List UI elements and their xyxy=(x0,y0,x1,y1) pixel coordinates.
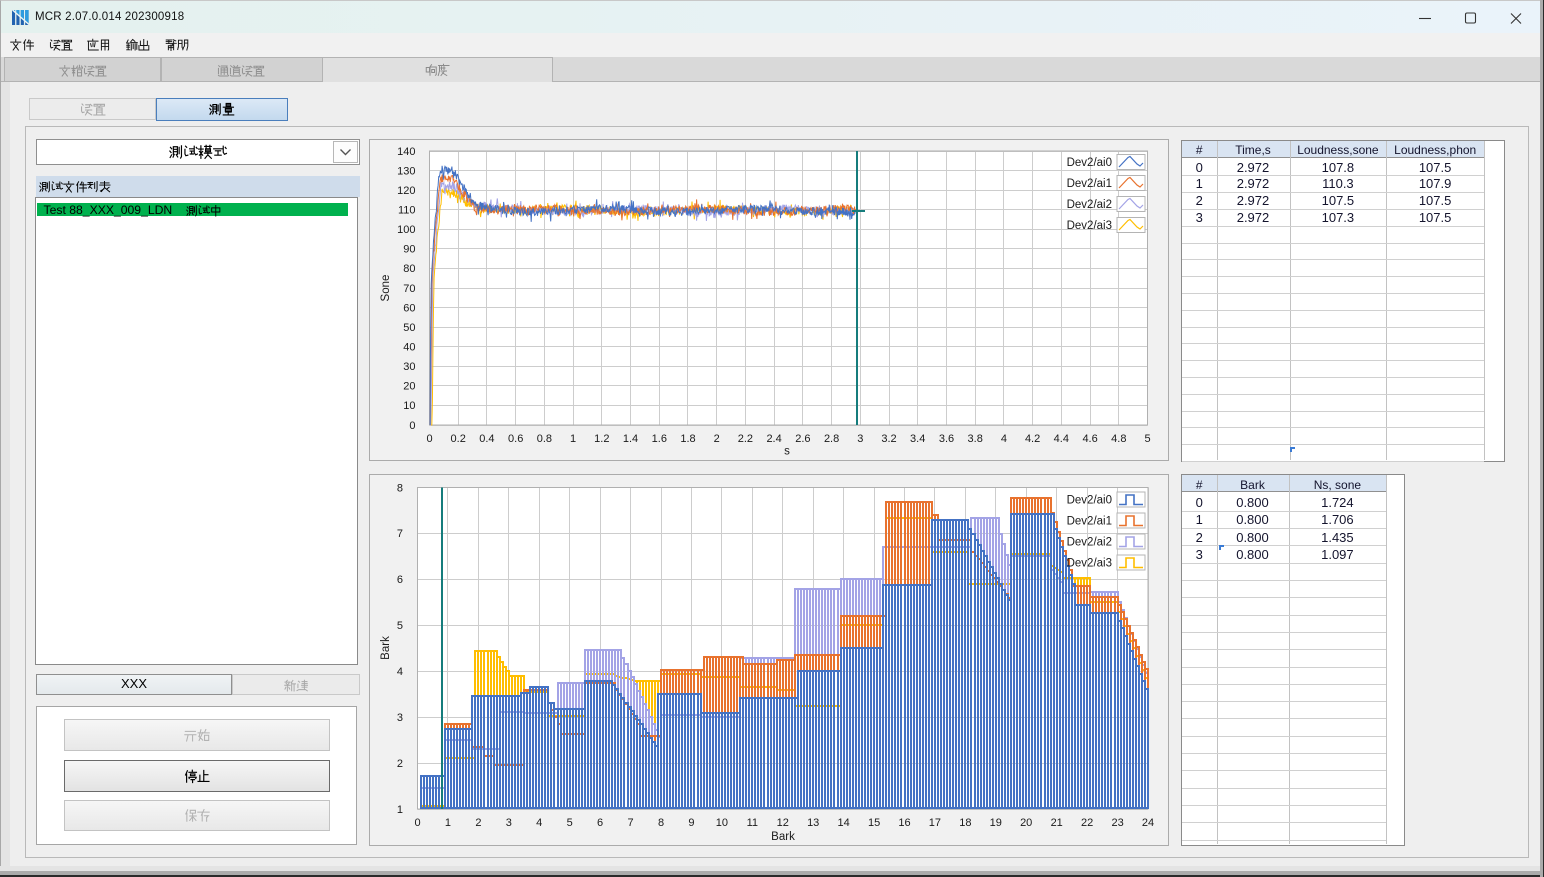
svg-text:Dev2/ai3: Dev2/ai3 xyxy=(1067,558,1112,570)
svg-text:0: 0 xyxy=(426,433,432,445)
svg-text:Sone: Sone xyxy=(380,275,392,302)
svg-text:4.4: 4.4 xyxy=(1054,433,1069,445)
svg-text:10: 10 xyxy=(716,817,728,829)
svg-text:0.6: 0.6 xyxy=(508,433,523,445)
svg-text:11: 11 xyxy=(747,817,758,829)
svg-text:0.4: 0.4 xyxy=(479,433,494,445)
svg-text:8: 8 xyxy=(397,482,403,494)
svg-text:6: 6 xyxy=(397,574,403,586)
svg-text:1.6: 1.6 xyxy=(652,433,667,445)
svg-text:4.2: 4.2 xyxy=(1025,433,1040,445)
svg-text:2.4: 2.4 xyxy=(766,433,781,445)
svg-text:5: 5 xyxy=(1144,433,1150,445)
svg-text:Dev2/ai1: Dev2/ai1 xyxy=(1067,178,1112,190)
svg-text:6: 6 xyxy=(597,817,603,829)
svg-text:50: 50 xyxy=(403,322,415,334)
svg-text:14: 14 xyxy=(837,817,849,829)
svg-text:2: 2 xyxy=(475,817,481,829)
svg-text:120: 120 xyxy=(397,185,415,197)
svg-text:140: 140 xyxy=(397,146,415,158)
svg-text:2.6: 2.6 xyxy=(795,433,810,445)
svg-text:23: 23 xyxy=(1111,817,1123,829)
svg-text:3.6: 3.6 xyxy=(939,433,954,445)
svg-text:40: 40 xyxy=(403,342,415,354)
svg-text:3: 3 xyxy=(397,712,403,724)
svg-text:4.8: 4.8 xyxy=(1111,433,1126,445)
svg-text:Dev2/ai0: Dev2/ai0 xyxy=(1067,157,1112,169)
svg-text:Dev2/ai0: Dev2/ai0 xyxy=(1067,495,1112,507)
svg-text:5: 5 xyxy=(567,817,573,829)
svg-text:2.2: 2.2 xyxy=(738,433,753,445)
svg-text:4.6: 4.6 xyxy=(1082,433,1097,445)
svg-text:110: 110 xyxy=(398,205,416,217)
svg-text:8: 8 xyxy=(658,817,664,829)
svg-text:Dev2/ai2: Dev2/ai2 xyxy=(1067,199,1112,211)
svg-text:Bark: Bark xyxy=(380,636,392,660)
svg-text:10: 10 xyxy=(403,400,415,412)
svg-text:17: 17 xyxy=(929,817,941,829)
svg-text:70: 70 xyxy=(403,283,415,295)
svg-text:3.2: 3.2 xyxy=(881,433,896,445)
svg-text:0.2: 0.2 xyxy=(451,433,466,445)
svg-text:19: 19 xyxy=(990,817,1002,829)
svg-text:100: 100 xyxy=(397,224,415,236)
svg-text:21: 21 xyxy=(1051,817,1063,829)
svg-text:2: 2 xyxy=(714,433,720,445)
svg-text:9: 9 xyxy=(688,817,694,829)
svg-text:15: 15 xyxy=(868,817,880,829)
svg-text:20: 20 xyxy=(403,381,415,393)
svg-text:3.8: 3.8 xyxy=(968,433,983,445)
svg-text:20: 20 xyxy=(1020,817,1032,829)
svg-text:16: 16 xyxy=(898,817,910,829)
svg-text:80: 80 xyxy=(403,263,415,275)
svg-text:22: 22 xyxy=(1081,817,1093,829)
svg-text:s: s xyxy=(784,446,790,458)
svg-text:Bark: Bark xyxy=(771,831,795,843)
svg-text:5: 5 xyxy=(397,620,403,632)
svg-text:Dev2/ai3: Dev2/ai3 xyxy=(1067,220,1112,232)
svg-text:1.4: 1.4 xyxy=(623,433,638,445)
svg-text:1.2: 1.2 xyxy=(594,433,609,445)
svg-text:7: 7 xyxy=(628,817,634,829)
svg-text:4: 4 xyxy=(536,817,542,829)
svg-text:7: 7 xyxy=(397,528,403,540)
svg-text:0.8: 0.8 xyxy=(537,433,552,445)
svg-text:13: 13 xyxy=(807,817,819,829)
svg-text:130: 130 xyxy=(397,165,415,177)
svg-text:3: 3 xyxy=(506,817,512,829)
svg-text:60: 60 xyxy=(403,302,415,314)
svg-text:0: 0 xyxy=(409,420,415,432)
svg-text:12: 12 xyxy=(777,817,789,829)
svg-text:2.8: 2.8 xyxy=(824,433,839,445)
svg-text:4: 4 xyxy=(1001,433,1007,445)
svg-text:3.4: 3.4 xyxy=(910,433,925,445)
svg-text:24: 24 xyxy=(1142,817,1154,829)
svg-text:1: 1 xyxy=(445,817,451,829)
svg-text:Dev2/ai2: Dev2/ai2 xyxy=(1067,537,1112,549)
svg-text:3: 3 xyxy=(857,433,863,445)
svg-text:2: 2 xyxy=(397,758,403,770)
svg-text:18: 18 xyxy=(959,817,971,829)
svg-text:90: 90 xyxy=(403,244,415,256)
svg-text:4: 4 xyxy=(397,666,403,678)
svg-text:1.8: 1.8 xyxy=(680,433,695,445)
svg-text:1: 1 xyxy=(397,804,403,816)
svg-text:0: 0 xyxy=(414,817,420,829)
svg-text:Dev2/ai1: Dev2/ai1 xyxy=(1067,516,1112,528)
svg-text:1: 1 xyxy=(570,433,576,445)
svg-text:30: 30 xyxy=(403,361,415,373)
